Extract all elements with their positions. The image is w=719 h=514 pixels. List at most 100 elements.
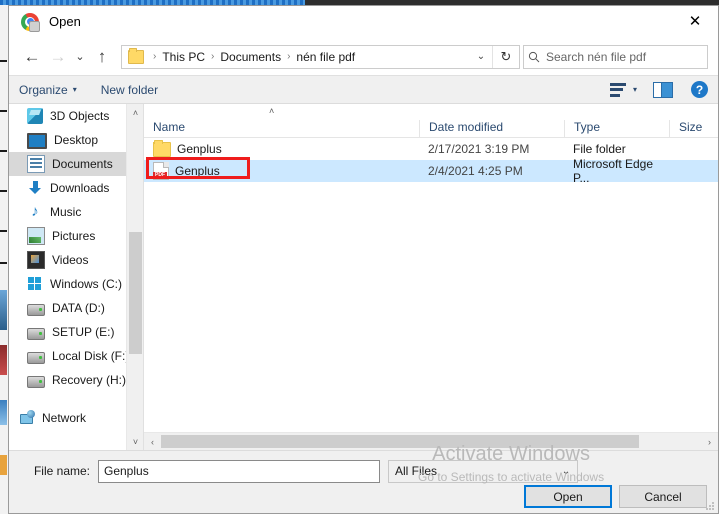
folder-icon xyxy=(153,139,171,157)
scroll-down-icon[interactable]: ˅ xyxy=(127,433,144,450)
sidebar-item-3d-objects[interactable]: 3D Objects xyxy=(9,104,127,128)
desktop-icon xyxy=(27,133,47,149)
chevron-down-icon[interactable]: ▾ xyxy=(633,85,637,94)
table-row[interactable]: PDF Genplus 2/4/2021 4:25 PM Microsoft E… xyxy=(144,157,718,185)
scrollbar-thumb[interactable] xyxy=(161,435,639,448)
file-type-filter-select[interactable]: All Files ⌄ xyxy=(388,459,578,483)
drive-icon xyxy=(27,327,45,340)
search-box[interactable] xyxy=(523,44,708,69)
file-list: Genplus 2/17/2021 3:19 PM File folder PD… xyxy=(144,138,718,432)
drive-icon xyxy=(27,375,45,388)
file-name-cell: Genplus xyxy=(144,139,419,157)
window-title: Open xyxy=(49,14,81,29)
file-name-label: File name: xyxy=(33,464,90,478)
scroll-left-icon[interactable]: ‹ xyxy=(144,433,161,450)
new-folder-button[interactable]: New folder xyxy=(101,83,158,97)
file-name-input[interactable] xyxy=(98,459,380,483)
document-icon xyxy=(27,155,45,173)
help-icon[interactable]: ? xyxy=(691,81,708,98)
sidebar-item-recovery-h[interactable]: Recovery (H:) xyxy=(9,368,127,392)
breadcrumb-item-documents[interactable]: Documents xyxy=(219,50,282,64)
sidebar-item-data-d[interactable]: DATA (D:) xyxy=(9,296,127,320)
sidebar-item-documents[interactable]: Documents xyxy=(9,152,127,176)
sidebar-item-label: Documents xyxy=(52,157,113,171)
file-type-cell: Microsoft Edge P... xyxy=(573,157,654,185)
picture-icon xyxy=(27,227,45,245)
breadcrumb-item-this-pc[interactable]: This PC xyxy=(161,50,206,64)
dialog-buttons: Open Cancel xyxy=(524,485,707,508)
sidebar-item-local-disk-f[interactable]: Local Disk (F:) xyxy=(9,344,129,368)
up-button[interactable]: ↑ xyxy=(89,44,115,70)
sidebar-item-network[interactable]: Network xyxy=(9,406,127,430)
sidebar-item-label: SETUP (E:) xyxy=(52,325,115,339)
scroll-right-icon[interactable]: › xyxy=(701,433,718,450)
background-tick xyxy=(0,262,7,264)
breadcrumb-item-current[interactable]: nén file pdf xyxy=(295,50,356,64)
sidebar-item-downloads[interactable]: Downloads xyxy=(9,176,127,200)
back-button[interactable]: ← xyxy=(19,44,45,70)
drive-icon xyxy=(27,303,45,316)
file-name-row: File name: All Files ⌄ xyxy=(9,459,718,483)
background-thumbnail xyxy=(0,400,7,425)
scroll-up-icon[interactable]: ˄ xyxy=(127,104,144,121)
horizontal-scrollbar[interactable]: ‹ › xyxy=(144,432,718,450)
scrollbar-thumb[interactable] xyxy=(129,232,142,354)
organize-button[interactable]: Organize ▾ xyxy=(19,83,77,97)
sidebar-item-label: 3D Objects xyxy=(50,109,110,123)
breadcrumb-separator: › xyxy=(211,51,215,62)
download-icon xyxy=(27,180,43,196)
title-bar: Open ✕ xyxy=(9,6,718,38)
search-input[interactable] xyxy=(544,48,707,65)
sidebar-item-setup-e[interactable]: SETUP (E:) xyxy=(9,320,127,344)
video-icon xyxy=(27,251,45,269)
preview-pane-icon[interactable] xyxy=(653,81,673,98)
background-tick xyxy=(0,150,7,152)
background-thumbnail xyxy=(0,455,7,475)
refresh-icon[interactable]: ↻ xyxy=(492,45,519,68)
file-name-label: Genplus xyxy=(175,164,220,178)
sidebar-item-label: Recovery (H:) xyxy=(52,373,127,387)
sidebar-item-music[interactable]: ♪ Music xyxy=(9,200,127,224)
command-bar: Organize ▾ New folder ▾ ? xyxy=(9,75,718,104)
sidebar-item-videos[interactable]: Videos xyxy=(9,248,127,272)
navigation-scrollbar[interactable]: ˄ ˅ xyxy=(126,104,144,450)
file-name-label: Genplus xyxy=(177,142,222,156)
breadcrumb-separator: › xyxy=(287,51,291,62)
column-header-size[interactable]: Size xyxy=(669,120,718,137)
navigation-bar: ← → ⌄ ↑ › This PC › Documents › nén file… xyxy=(9,38,718,75)
close-icon[interactable]: ✕ xyxy=(672,6,718,36)
sidebar-item-label: Windows (C:) xyxy=(50,277,123,291)
sidebar-item-desktop[interactable]: Desktop xyxy=(9,128,127,152)
sidebar-item-pictures[interactable]: Pictures xyxy=(9,224,127,248)
background-tick xyxy=(0,230,7,232)
column-header-name[interactable]: Name xyxy=(144,120,419,137)
view-options-icon[interactable] xyxy=(609,82,626,97)
cancel-button[interactable]: Cancel xyxy=(619,485,707,508)
column-header-type[interactable]: Type xyxy=(564,120,669,137)
music-icon: ♪ xyxy=(31,203,39,220)
sidebar-item-label: Music xyxy=(50,205,82,219)
resize-grip[interactable] xyxy=(705,501,715,511)
file-list-pane: ˄ Name Date modified Type Size Genplus 2… xyxy=(144,104,718,450)
cube-icon xyxy=(27,108,43,124)
file-type-cell: File folder xyxy=(573,142,626,156)
column-header-date-modified[interactable]: Date modified xyxy=(419,120,564,137)
sidebar-item-label: Network xyxy=(42,411,87,425)
breadcrumb-separator: › xyxy=(153,51,157,62)
scrollbar-track[interactable] xyxy=(161,433,701,450)
pdf-icon-label: PDF xyxy=(153,172,167,179)
address-dropdown-icon[interactable]: ⌄ xyxy=(470,46,492,68)
windows-icon xyxy=(27,276,43,292)
chrome-icon xyxy=(21,12,40,32)
sidebar-item-windows-c[interactable]: Windows (C:) xyxy=(9,272,127,296)
address-bar[interactable]: › This PC › Documents › nén file pdf ⌄ ↻ xyxy=(121,44,520,69)
folder-icon xyxy=(128,47,144,64)
recent-locations-button[interactable]: ⌄ xyxy=(71,44,89,70)
search-icon xyxy=(524,51,544,63)
background-tick xyxy=(0,60,7,62)
forward-button[interactable]: → xyxy=(45,44,71,70)
column-header-row: Name Date modified Type Size xyxy=(144,114,718,138)
sidebar-item-label: Downloads xyxy=(50,181,110,195)
open-button[interactable]: Open xyxy=(524,485,612,508)
file-date-cell: 2/17/2021 3:19 PM xyxy=(428,142,530,156)
